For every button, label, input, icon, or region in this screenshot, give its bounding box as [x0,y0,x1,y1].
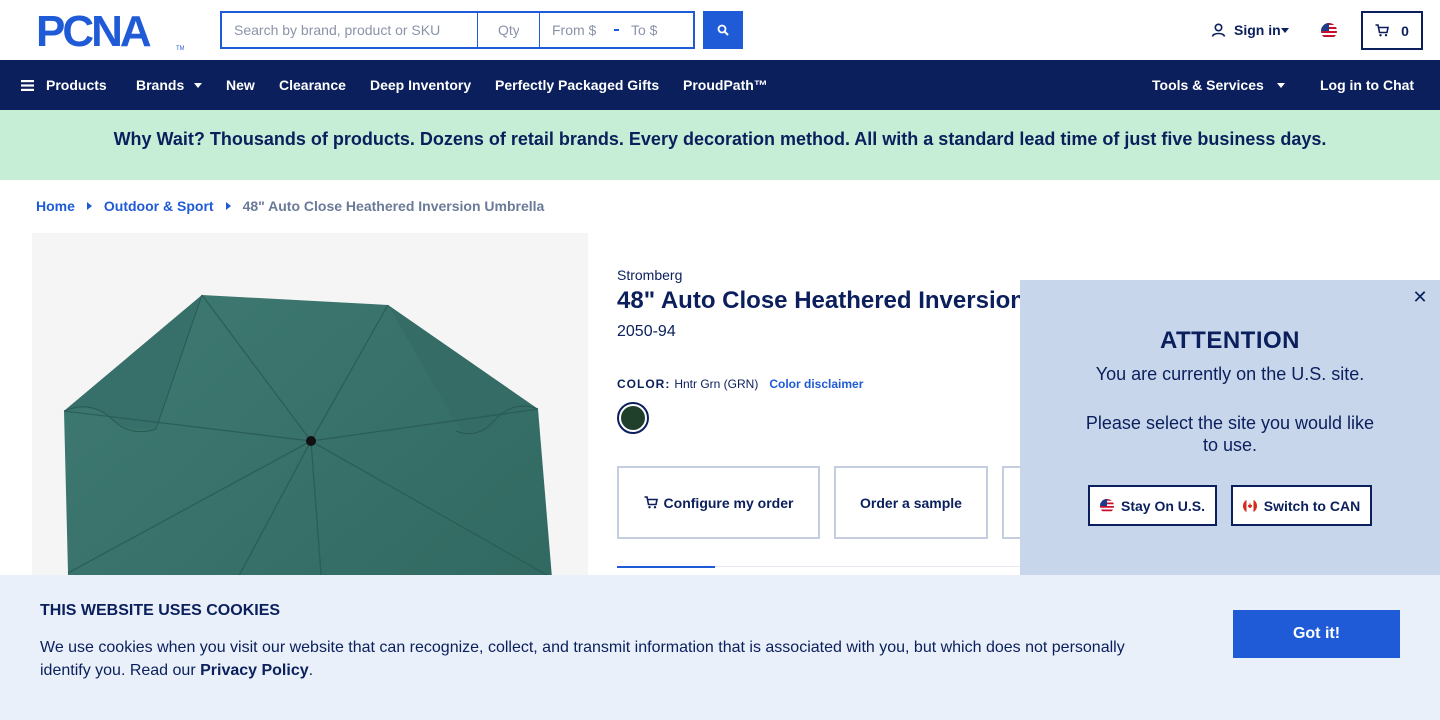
user-icon [1211,23,1226,37]
search-input[interactable] [220,11,478,49]
color-label: COLOR: [617,377,671,391]
caret-right-icon [225,202,231,210]
modal-title: ATTENTION [1159,327,1301,354]
switch-can-label: Switch to CAN [1263,497,1361,514]
color-row: COLOR: Hntr Grn (GRN) Color disclaimer [617,377,863,391]
nav-products-label: Products [46,77,107,93]
price-dash [614,29,619,31]
main-nav: Products Brands New Clearance Deep Inven… [0,60,1440,110]
modal-select-text: Please select the site you would like to… [1085,413,1375,455]
price-range [540,11,695,49]
sign-in-label: Sign in [1234,22,1281,38]
stay-us-button[interactable]: Stay On U.S. [1088,485,1217,526]
search-bar [220,11,695,49]
color-swatch[interactable] [617,402,649,434]
breadcrumb-category[interactable]: Outdoor & Sport [104,198,214,214]
chevron-down-icon [1276,82,1285,88]
caret-right-icon [86,202,92,210]
cart-icon [1375,24,1390,37]
nav-brands-label: Brands [136,77,185,93]
nav-tools-services[interactable]: Tools & Services [1152,60,1285,110]
logo-text: PCNA [36,10,151,52]
price-to-input[interactable] [631,22,681,38]
color-value: Hntr Grn (GRN) [674,377,759,391]
nav-products[interactable]: Products [21,60,107,110]
cookie-banner: THIS WEBSITE USES COOKIES We use cookies… [0,575,1440,720]
product-title: 48" Auto Close Heathered Inversion [617,287,1025,314]
chevron-down-icon [194,82,203,88]
sign-in-button[interactable]: Sign in [1211,22,1289,38]
nav-gifts[interactable]: Perfectly Packaged Gifts [495,60,659,110]
search-button[interactable] [703,11,743,49]
privacy-policy-link[interactable]: Privacy Policy [200,662,309,679]
order-sample-button[interactable]: Order a sample [834,466,988,539]
cookie-period: . [308,662,314,679]
hamburger-icon [21,79,34,91]
qty-input[interactable] [478,11,540,49]
top-header: PCNA TM Sign in [0,0,1440,60]
product-sku: 2050-94 [617,323,676,340]
modal-current-site-text: You are currently on the U.S. site. [1095,364,1365,384]
nav-brands[interactable]: Brands [136,60,203,110]
breadcrumb-home[interactable]: Home [36,198,75,214]
search-icon [717,24,729,36]
pcna-logo[interactable]: PCNA TM [36,10,184,52]
chevron-down-icon [1280,27,1289,33]
cookie-accept-button[interactable]: Got it! [1233,610,1400,658]
active-tab-indicator [617,566,715,568]
close-icon[interactable]: ✕ [1410,288,1430,308]
canada-flag-icon [1242,498,1257,513]
product-brand[interactable]: Stromberg [617,267,682,283]
nav-new[interactable]: New [226,60,255,110]
switch-can-button[interactable]: Switch to CAN [1231,485,1372,526]
cart-button[interactable]: 0 [1361,11,1423,50]
price-from-input[interactable] [552,22,602,38]
breadcrumb-current: 48" Auto Close Heathered Inversion Umbre… [242,198,545,214]
us-flag-icon[interactable] [1321,23,1337,39]
nav-deep-inventory[interactable]: Deep Inventory [370,60,471,110]
tab-divider [715,566,1020,567]
configure-order-button[interactable]: Configure my order [617,466,820,539]
nav-proudpath[interactable]: ProudPath™ [683,60,768,110]
nav-chat[interactable]: Log in to Chat [1320,60,1414,110]
us-flag-icon [1099,498,1114,513]
color-swatch-fill [621,406,645,430]
promo-text: Why Wait? Thousands of products. Dozens … [113,129,1327,149]
nav-clearance[interactable]: Clearance [279,60,346,110]
cookie-title: THIS WEBSITE USES COOKIES [40,602,281,619]
stay-us-label: Stay On U.S. [1120,497,1206,514]
promo-banner: Why Wait? Thousands of products. Dozens … [0,110,1440,180]
cart-count: 0 [1401,22,1409,39]
site-selector-modal: ✕ ATTENTION You are currently on the U.S… [1020,280,1440,575]
configure-order-label: Configure my order [663,494,794,511]
color-disclaimer-link[interactable]: Color disclaimer [769,377,863,391]
nav-tools-label: Tools & Services [1152,77,1264,93]
cart-icon [644,496,658,509]
order-sample-label: Order a sample [860,494,962,511]
breadcrumb: Home Outdoor & Sport 48" Auto Close Heat… [36,198,544,214]
svg-text:TM: TM [176,46,184,52]
cookie-text: We use cookies when you visit our websit… [40,636,1150,682]
